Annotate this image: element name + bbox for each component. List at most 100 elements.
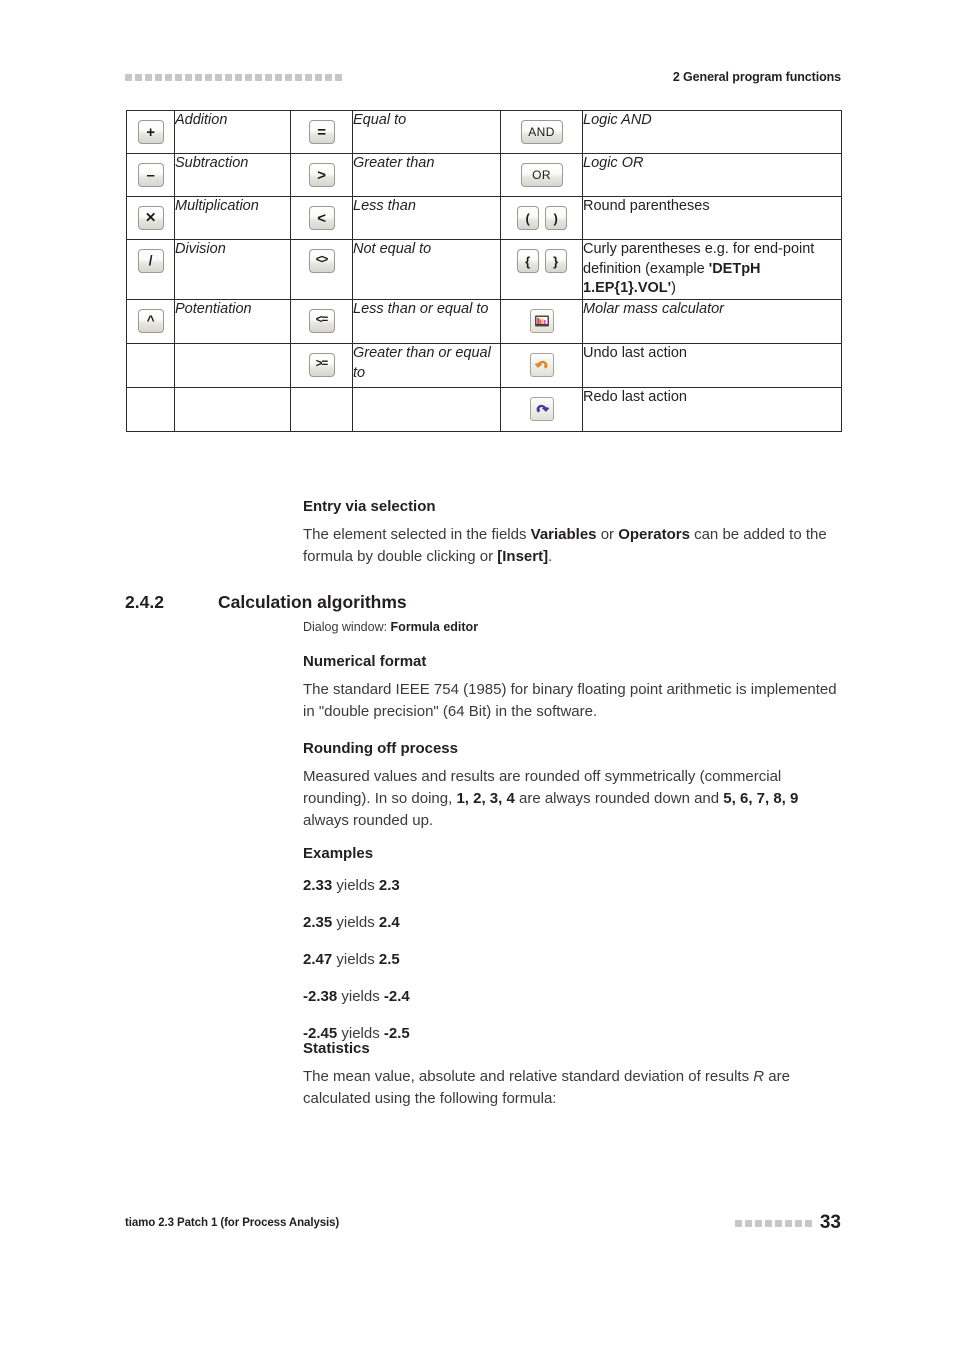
example-input: 2.47: [303, 950, 333, 968]
header-title: 2 General program functions: [672, 70, 841, 84]
cell-compare-icon: >=: [290, 343, 353, 389]
rounding-text-3: always rounded up.: [303, 812, 434, 830]
curly-paren-open-icon[interactable]: {: [516, 249, 539, 273]
undo-icon[interactable]: [529, 353, 554, 378]
rounding-body: Measured values and results are rounded …: [303, 766, 841, 833]
cell-compare-icon: >: [290, 153, 353, 197]
example-item: -2.38 yields -2.4: [303, 988, 841, 1006]
section-number: 2.4.2: [125, 592, 164, 612]
molar-mass-calculator-icon[interactable]: [529, 309, 554, 334]
page-number: 33: [819, 1212, 841, 1233]
cell-paren-label: Round parentheses: [582, 196, 842, 240]
curly-label-post: ): [671, 280, 676, 297]
cell-tool-label: Molar mass calculator: [582, 299, 842, 345]
table-row: + Addition = Equal to AND Logic AND: [126, 110, 842, 154]
cell-arith-icon: ^: [126, 299, 175, 345]
evs-text-2: or: [596, 525, 619, 543]
dialog-prefix: Dialog window:: [303, 620, 391, 634]
numerical-format-body: The standard IEEE 754 (1985) for binary …: [303, 680, 837, 720]
statistics-symbol-r: R: [753, 1067, 765, 1085]
cell-compare-label: Equal to: [352, 110, 501, 154]
equals-icon[interactable]: =: [308, 120, 335, 144]
dialog-window-line: Dialog window: Formula editor: [303, 620, 478, 634]
cell-arith-icon: –: [126, 153, 175, 197]
cell-tool-icon: [500, 387, 583, 433]
rounding-heading: Rounding off process: [303, 740, 458, 757]
example-verb: yields: [337, 987, 384, 1005]
plus-icon[interactable]: +: [137, 120, 164, 144]
cell-curly-icon: { }: [500, 238, 583, 301]
redo-icon[interactable]: [529, 397, 554, 422]
not-equal-icon[interactable]: <>: [308, 249, 335, 273]
less-than-icon[interactable]: <: [308, 206, 335, 230]
dialog-name: Formula editor: [390, 620, 479, 634]
example-output: 2.3: [378, 876, 400, 894]
cell-arith-label: Multiplication: [174, 196, 291, 240]
curly-paren-close-icon[interactable]: }: [544, 249, 567, 273]
table-row: ^ Potentiation <= Less than or equal to: [126, 299, 842, 345]
table-row: / Division <> Not equal to { } Curly par…: [126, 238, 842, 301]
cell-logic-label: Logic OR: [582, 153, 842, 197]
rounding-text-2: are always rounded down and: [514, 789, 724, 807]
cell-compare-label: Less than: [352, 196, 501, 240]
cell-compare-icon: <=: [290, 299, 353, 345]
cell-arith-label: Addition: [174, 110, 291, 154]
example-output: 2.5: [378, 950, 400, 968]
example-item: 2.35 yields 2.4: [303, 914, 841, 932]
rounding-bold-down: 1, 2, 3, 4: [456, 789, 515, 807]
cell-arith-icon: /: [126, 238, 175, 301]
round-paren-close-icon[interactable]: ): [544, 206, 567, 230]
evs-bold-variables: Variables: [530, 525, 597, 543]
rounding-bold-up: 5, 6, 7, 8, 9: [723, 789, 799, 807]
round-paren-open-icon[interactable]: (: [516, 206, 539, 230]
numerical-format-block: Numerical format The standard IEEE 754 (…: [303, 653, 841, 723]
logic-and-icon[interactable]: AND: [520, 120, 563, 144]
evs-text-1: The element selected in the fields: [303, 525, 531, 543]
example-input: 2.33: [303, 876, 333, 894]
cell-arith-label-empty: [174, 387, 291, 433]
numerical-format-heading: Numerical format: [303, 653, 427, 670]
cell-tool-label: Undo last action: [582, 343, 842, 389]
cell-compare-icon: <>: [290, 238, 353, 301]
document-page: 2 General program functions + Addition =…: [0, 0, 954, 1350]
evs-bold-insert: [Insert]: [497, 547, 549, 565]
footer-page-group: 33: [734, 1212, 841, 1234]
cell-arith-label: Division: [174, 238, 291, 301]
minus-icon[interactable]: –: [137, 163, 164, 187]
power-icon[interactable]: ^: [137, 309, 164, 334]
greater-than-icon[interactable]: >: [308, 163, 335, 187]
cell-tool-icon: [500, 343, 583, 389]
cell-curly-label: Curly parentheses e.g. for end-point def…: [582, 238, 842, 301]
less-than-or-equal-icon[interactable]: <=: [308, 309, 335, 334]
section-title: Calculation algorithms: [218, 592, 407, 612]
example-item: 2.33 yields 2.3: [303, 877, 841, 895]
examples-block: Examples 2.33 yields 2.3 2.35 yields 2.4…: [303, 845, 841, 1043]
evs-text-4: .: [548, 547, 553, 565]
statistics-text-1: The mean value, absolute and relative st…: [303, 1067, 754, 1085]
rounding-block: Rounding off process Measured values and…: [303, 740, 841, 832]
example-output: -2.4: [383, 987, 410, 1005]
multiply-icon[interactable]: ✕: [137, 206, 164, 230]
cell-tool-label: Redo last action: [582, 387, 842, 433]
cell-arith-label: Potentiation: [174, 299, 291, 345]
statistics-heading: Statistics: [303, 1040, 370, 1057]
cell-arith-icon: ✕: [126, 196, 175, 240]
cell-compare-label: Greater than or equal to: [352, 343, 501, 389]
example-item: 2.47 yields 2.5: [303, 951, 841, 969]
greater-than-or-equal-icon[interactable]: >=: [308, 353, 335, 378]
divide-icon[interactable]: /: [137, 249, 164, 273]
statistics-block: Statistics The mean value, absolute and …: [303, 1040, 841, 1110]
cell-tool-icon: [500, 299, 583, 345]
cell-compare-label: Greater than: [352, 153, 501, 197]
header-rule-decoration: [125, 73, 342, 81]
entry-via-selection-heading: Entry via selection: [303, 498, 436, 515]
footer-rule-decoration: [734, 1219, 812, 1227]
cell-arith-label: Subtraction: [174, 153, 291, 197]
cell-arith-icon: +: [126, 110, 175, 154]
cell-compare-icon-empty: [290, 387, 353, 433]
section-heading-row: 2.4.2 Calculation algorithms: [125, 592, 841, 613]
logic-or-icon[interactable]: OR: [520, 163, 563, 187]
statistics-body: The mean value, absolute and relative st…: [303, 1066, 841, 1110]
cell-logic-icon: OR: [500, 153, 583, 197]
operator-symbol-table: + Addition = Equal to AND Logic AND – Su…: [126, 110, 842, 433]
